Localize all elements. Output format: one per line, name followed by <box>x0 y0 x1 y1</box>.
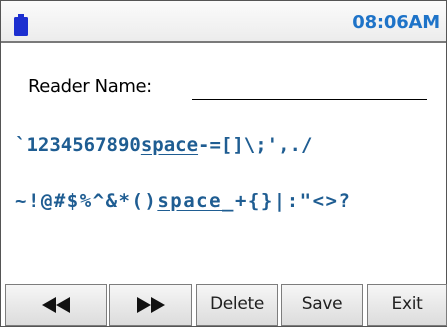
bottom-toolbar: Delete Save Exit <box>1 284 447 326</box>
keys-shifted-punctuation[interactable]: _+{}|:"<>? <box>222 190 351 212</box>
next-button[interactable] <box>109 284 192 326</box>
keyboard-row-symbols-1: `1234567890space-=[]\;',./ <box>15 134 312 156</box>
previous-button[interactable] <box>5 284 107 326</box>
keys-digits[interactable]: `1234567890 <box>15 134 141 156</box>
status-bar: 08:06AM <box>1 1 446 43</box>
clock-time: 08:06AM <box>352 12 440 33</box>
space-key[interactable]: space <box>141 134 198 156</box>
save-button-label: Save <box>301 294 343 314</box>
delete-button-label: Delete <box>209 294 265 314</box>
battery-icon <box>14 14 28 36</box>
rewind-icon <box>41 297 71 313</box>
reader-name-field[interactable] <box>192 99 427 100</box>
space-key-shifted[interactable]: space <box>157 190 222 212</box>
save-button[interactable]: Save <box>281 284 363 326</box>
keyboard-row-symbols-2: ~!@#$%^&*()space_+{}|:"<>? <box>15 190 351 212</box>
keys-shifted-digits[interactable]: ~!@#$%^&*() <box>15 190 157 212</box>
device-screen: 08:06AM Reader Name: `1234567890space-=[… <box>0 0 447 327</box>
reader-name-label: Reader Name: <box>28 76 152 97</box>
keys-punctuation[interactable]: -=[]\;',./ <box>198 134 312 156</box>
exit-button-label: Exit <box>391 294 423 314</box>
fast-forward-icon <box>136 297 166 313</box>
delete-button[interactable]: Delete <box>196 284 278 326</box>
exit-button[interactable]: Exit <box>367 284 447 326</box>
